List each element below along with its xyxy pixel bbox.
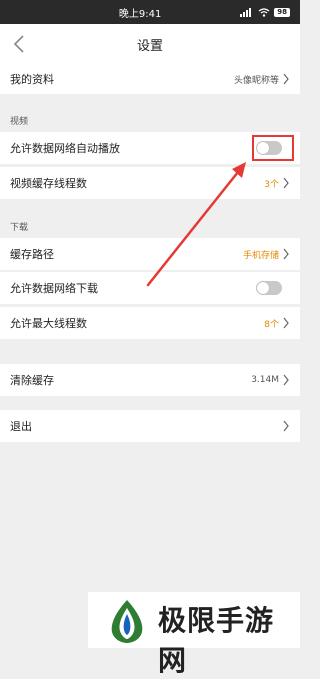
autoplay-label: 允许数据网络自动播放: [10, 142, 120, 155]
status-bar: 晚上9:41 98: [0, 0, 300, 24]
mobile-download-label: 允许数据网络下载: [10, 282, 98, 295]
logout-row[interactable]: 退出: [0, 410, 300, 442]
max-threads-row[interactable]: 允许最大线程数 8个: [0, 307, 300, 339]
annotation-highlight-box: [252, 135, 294, 161]
section-header-video: 视频: [10, 117, 29, 127]
chevron-right-icon: [283, 73, 289, 85]
cache-path-value: 手机存储: [242, 250, 279, 261]
clear-cache-value: 3.14M: [251, 375, 279, 385]
battery-icon: 98: [274, 7, 290, 17]
chevron-right-icon: [283, 317, 289, 329]
logout-label: 退出: [10, 420, 32, 433]
chevron-right-icon: [283, 374, 289, 386]
video-cache-threads-value: 3个: [264, 179, 279, 190]
page-title: 设置: [136, 38, 163, 54]
signal-icon: [240, 7, 252, 17]
section-header-download: 下载: [10, 223, 29, 233]
chevron-right-icon: [283, 177, 289, 189]
max-threads-value: 8个: [264, 319, 279, 330]
chevron-right-icon: [283, 420, 289, 432]
profile-value: 头像昵称等: [233, 75, 279, 86]
status-icons: 98: [240, 7, 290, 17]
back-arrow-icon[interactable]: [8, 32, 32, 56]
clear-cache-row[interactable]: 清除缓存 3.14M: [0, 364, 300, 396]
wifi-icon: [258, 7, 270, 17]
mobile-download-toggle[interactable]: [256, 281, 282, 295]
toggle-knob: [257, 282, 269, 294]
cache-path-row[interactable]: 缓存路径 手机存储: [0, 238, 300, 270]
max-threads-label: 允许最大线程数: [10, 317, 87, 330]
mobile-download-row: 允许数据网络下载: [0, 272, 300, 304]
nav-bar: 设置: [0, 24, 300, 64]
watermark-logo-icon: [111, 600, 143, 643]
clear-cache-label: 清除缓存: [10, 374, 54, 387]
cache-path-label: 缓存路径: [10, 248, 54, 261]
profile-label: 我的资料: [10, 73, 54, 86]
watermark-text: 极限手游网: [158, 604, 275, 677]
video-cache-threads-label: 视频缓存线程数: [10, 177, 87, 190]
status-time: 晚上9:41: [118, 8, 162, 20]
video-cache-threads-row[interactable]: 视频缓存线程数 3个: [0, 167, 300, 199]
chevron-right-icon: [283, 248, 289, 260]
profile-row[interactable]: 我的资料 头像昵称等: [0, 64, 300, 94]
